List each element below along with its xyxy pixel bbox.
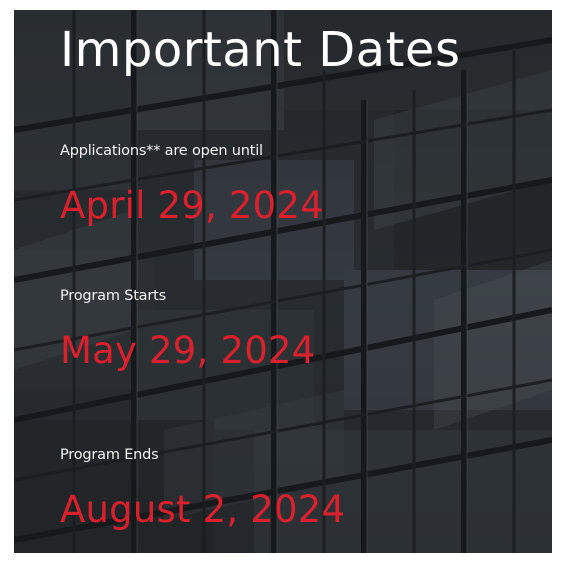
page-title: Important Dates — [60, 22, 461, 78]
background-overlay — [14, 10, 552, 553]
applications-deadline-date: April 29, 2024 — [60, 184, 324, 227]
program-ends-label: Program Ends — [60, 447, 159, 463]
program-starts-label: Program Starts — [60, 288, 166, 304]
program-end-date: August 2, 2024 — [60, 488, 346, 531]
important-dates-card — [14, 10, 552, 553]
applications-open-label: Applications** are open until — [60, 143, 263, 159]
program-start-date: May 29, 2024 — [60, 329, 316, 372]
